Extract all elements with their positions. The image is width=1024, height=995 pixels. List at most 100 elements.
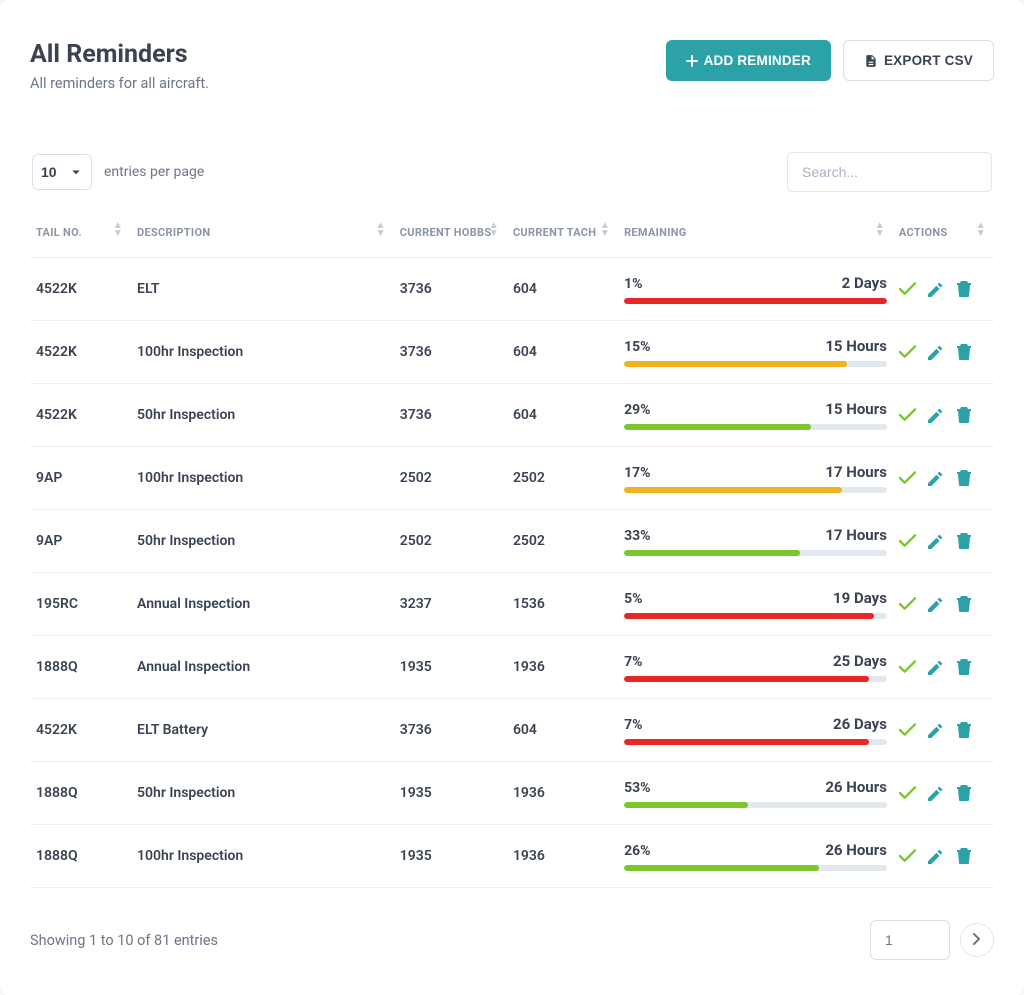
edit-icon[interactable] [927,595,945,613]
cell-tach: 1936 [507,636,618,699]
progress-track [624,613,887,619]
cell-hobbs: 1935 [394,636,507,699]
edit-icon[interactable] [927,406,945,424]
progress-track [624,298,887,304]
progress-fill [624,487,842,493]
trash-icon[interactable] [955,343,973,361]
cell-tail: 4522K [30,384,131,447]
cell-hobbs: 2502 [394,447,507,510]
cell-remaining: 26% 26 Hours [618,825,893,888]
next-page-button[interactable] [960,923,994,957]
page-number-input[interactable] [870,920,950,960]
col-remaining[interactable]: REMAINING [618,222,893,258]
edit-icon[interactable] [927,784,945,802]
cell-remaining: 33% 17 Hours [618,510,893,573]
cell-actions [893,573,994,636]
edit-icon[interactable] [927,343,945,361]
progress-fill [624,676,868,682]
check-icon[interactable] [899,406,917,424]
header-row: All Reminders All reminders for all airc… [30,40,994,92]
col-tach[interactable]: CURRENT TACH [507,222,618,258]
progress-track [624,865,887,871]
cell-tach: 604 [507,321,618,384]
remaining-time: 17 Hours [825,526,887,544]
remaining-time: 17 Hours [825,463,887,481]
check-icon[interactable] [899,532,917,550]
table-row: 1888Q 50hr Inspection 1935 1936 53% 26 H… [30,762,994,825]
sort-icon [113,222,123,238]
cell-tach: 1936 [507,825,618,888]
remaining-percent: 26% [624,843,650,859]
cell-actions [893,510,994,573]
col-actions[interactable]: ACTIONS [893,222,994,258]
cell-remaining: 53% 26 Hours [618,762,893,825]
cell-tail: 4522K [30,699,131,762]
table-row: 9AP 50hr Inspection 2502 2502 33% 17 Hou… [30,510,994,573]
entries-per-page-label: entries per page [104,164,204,180]
check-icon[interactable] [899,280,917,298]
cell-hobbs: 3736 [394,699,507,762]
col-tail[interactable]: TAIL NO. [30,222,131,258]
page-size-select[interactable]: 10 [32,154,92,190]
cell-remaining: 17% 17 Hours [618,447,893,510]
progress-track [624,550,887,556]
check-icon[interactable] [899,343,917,361]
toolbar-row: 10 entries per page [30,152,994,192]
cell-hobbs: 3237 [394,573,507,636]
cell-description: Annual Inspection [131,636,394,699]
cell-description: 50hr Inspection [131,384,394,447]
remaining-percent: 7% [624,654,642,670]
cell-description: Annual Inspection [131,573,394,636]
table-row: 4522K 50hr Inspection 3736 604 29% 15 Ho… [30,384,994,447]
cell-actions [893,825,994,888]
remaining-percent: 17% [624,465,650,481]
progress-fill [624,550,800,556]
table-row: 4522K 100hr Inspection 3736 604 15% 15 H… [30,321,994,384]
trash-icon[interactable] [955,658,973,676]
table-row: 1888Q 100hr Inspection 1935 1936 26% 26 … [30,825,994,888]
title-block: All Reminders All reminders for all airc… [30,40,209,92]
check-icon[interactable] [899,595,917,613]
edit-icon[interactable] [927,847,945,865]
col-hobbs[interactable]: CURRENT HOBBS [394,222,507,258]
remaining-time: 15 Hours [825,337,887,355]
progress-fill [624,298,887,304]
sort-icon [489,222,499,238]
trash-icon[interactable] [955,469,973,487]
trash-icon[interactable] [955,280,973,298]
trash-icon[interactable] [955,595,973,613]
sort-icon [875,222,885,238]
cell-description: 100hr Inspection [131,825,394,888]
trash-icon[interactable] [955,784,973,802]
check-icon[interactable] [899,658,917,676]
trash-icon[interactable] [955,721,973,739]
check-icon[interactable] [899,469,917,487]
trash-icon[interactable] [955,532,973,550]
check-icon[interactable] [899,784,917,802]
trash-icon[interactable] [955,406,973,424]
trash-icon[interactable] [955,847,973,865]
edit-icon[interactable] [927,721,945,739]
cell-actions [893,699,994,762]
cell-remaining: 1% 2 Days [618,258,893,321]
cell-remaining: 29% 15 Hours [618,384,893,447]
col-description[interactable]: DESCRIPTION [131,222,394,258]
edit-icon[interactable] [927,532,945,550]
edit-icon[interactable] [927,280,945,298]
add-reminder-button[interactable]: ADD REMINDER [666,40,831,81]
cell-tail: 1888Q [30,636,131,699]
cell-hobbs: 1935 [394,825,507,888]
cell-description: ELT [131,258,394,321]
check-icon[interactable] [899,847,917,865]
cell-hobbs: 3736 [394,321,507,384]
cell-actions [893,762,994,825]
search-input[interactable] [787,152,992,192]
cell-remaining: 15% 15 Hours [618,321,893,384]
check-icon[interactable] [899,721,917,739]
export-csv-button[interactable]: EXPORT CSV [843,40,994,81]
edit-icon[interactable] [927,658,945,676]
sort-icon [376,222,386,238]
edit-icon[interactable] [927,469,945,487]
cell-description: 100hr Inspection [131,447,394,510]
header-actions: ADD REMINDER EXPORT CSV [666,40,994,81]
